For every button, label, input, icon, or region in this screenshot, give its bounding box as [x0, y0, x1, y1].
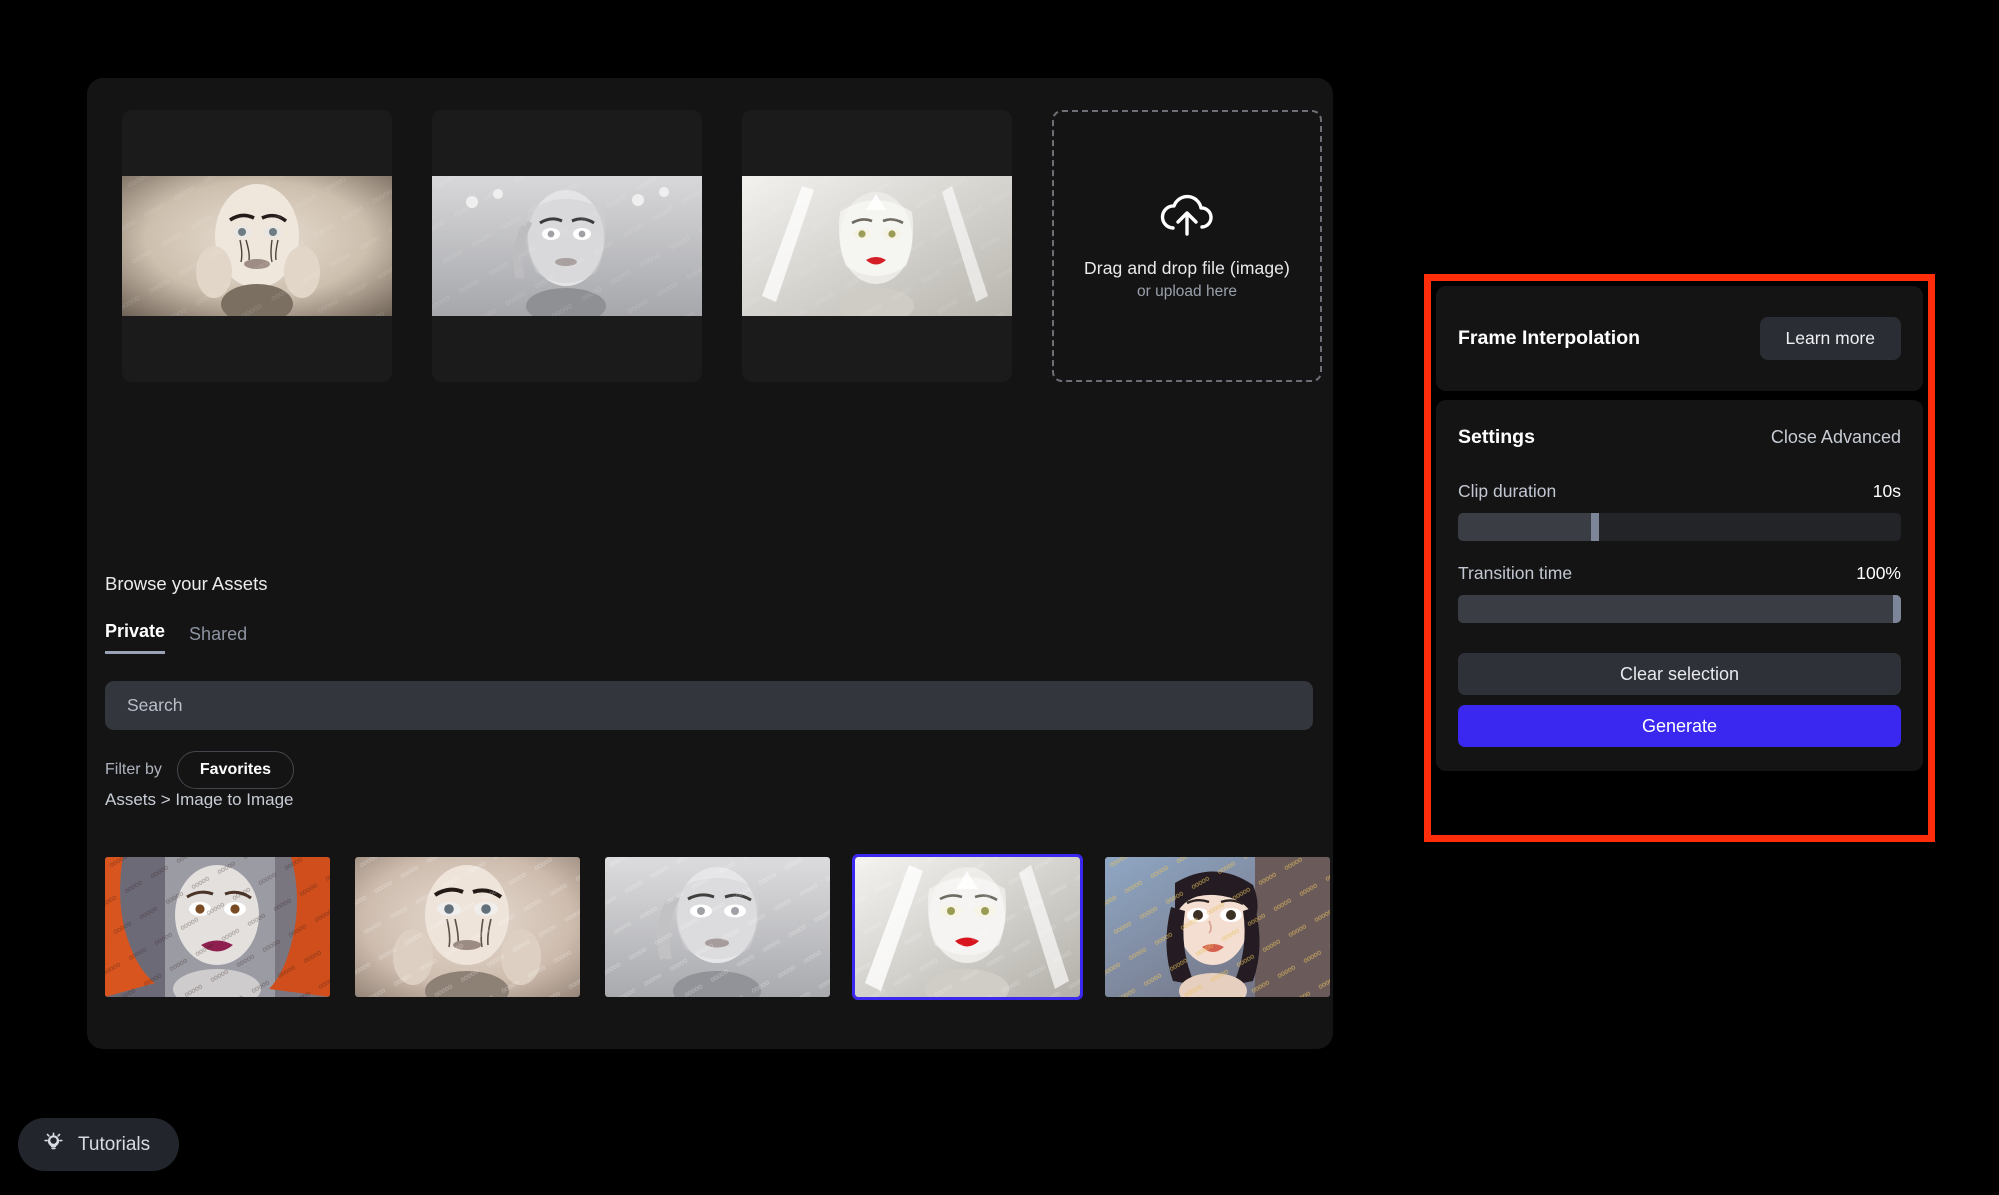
asset-thumbnail-3[interactable]: ooooo — [605, 857, 830, 997]
clip-duration-slider[interactable] — [1458, 513, 1901, 541]
transition-time-fill — [1458, 595, 1901, 623]
breadcrumb[interactable]: Assets > Image to Image — [105, 790, 294, 808]
tutorials-label: Tutorials — [78, 1133, 151, 1155]
frame-interpolation-panel-annotation: Frame Interpolation Learn more Settings … — [1424, 274, 1935, 842]
panel-header: Frame Interpolation Learn more — [1436, 286, 1923, 391]
asset-thumbnail-row: ooooo — [105, 854, 1330, 1000]
tutorials-button[interactable]: Tutorials — [18, 1118, 180, 1171]
transition-time-slider[interactable] — [1458, 595, 1901, 623]
search-input[interactable]: Search — [105, 681, 1313, 730]
frame-slot-3[interactable]: ooooo — [742, 110, 1012, 382]
frame-slot-3-image: ooooo — [742, 176, 1012, 316]
search-placeholder: Search — [127, 695, 183, 715]
panel-title: Frame Interpolation — [1458, 327, 1641, 349]
filter-by-label: Filter by — [105, 761, 162, 778]
tab-shared[interactable]: Shared — [189, 624, 247, 654]
generate-button[interactable]: Generate — [1458, 705, 1901, 747]
assets-tabs: Private Shared — [105, 621, 247, 654]
frame-slot-1[interactable]: ooooo — [122, 110, 392, 382]
asset-thumbnail-2[interactable]: ooooo — [355, 857, 580, 997]
filter-row: Filter by Favorites — [105, 751, 295, 789]
tab-private[interactable]: Private — [105, 621, 166, 654]
asset-thumbnail-1[interactable]: ooooo — [105, 857, 330, 997]
asset-thumbnail-4[interactable]: ooooo — [852, 854, 1083, 1000]
close-advanced-toggle[interactable]: Close Advanced — [1771, 427, 1901, 448]
image-to-image-card: ooooo — [87, 78, 1333, 1049]
lightbulb-icon — [42, 1130, 65, 1159]
dropzone-subtitle: or upload here — [1137, 282, 1237, 300]
browse-assets-heading: Browse your Assets — [105, 573, 268, 594]
frame-slots-row: ooooo — [122, 110, 1322, 382]
clip-duration-label-row: Clip duration 10s — [1458, 481, 1901, 502]
clear-selection-button[interactable]: Clear selection — [1458, 653, 1901, 695]
filter-chip-favorites[interactable]: Favorites — [176, 751, 295, 789]
cloud-upload-icon — [1158, 192, 1216, 240]
dropzone-title: Drag and drop file (image) — [1084, 257, 1290, 278]
frame-slot-2-image: ooooo — [432, 176, 702, 316]
settings-header: Settings Close Advanced — [1458, 426, 1901, 449]
settings-title: Settings — [1458, 426, 1535, 448]
upload-dropzone[interactable]: Drag and drop file (image) or upload her… — [1052, 110, 1322, 382]
asset-thumbnail-5[interactable]: ooooo — [1105, 857, 1330, 997]
clip-duration-value: 10s — [1872, 481, 1901, 501]
transition-time-label-row: Transition time 100% — [1458, 563, 1901, 584]
transition-time-value: 100% — [1856, 563, 1901, 583]
transition-time-knob[interactable] — [1893, 595, 1901, 623]
learn-more-button[interactable]: Learn more — [1759, 317, 1901, 360]
app-screen: ooooo — [0, 0, 1999, 1195]
frame-slot-2[interactable]: ooooo — [432, 110, 702, 382]
clip-duration-fill — [1458, 513, 1596, 541]
transition-time-group: Transition time 100% — [1458, 563, 1901, 623]
panel-settings-body: Settings Close Advanced Clip duration 10… — [1436, 400, 1923, 771]
clip-duration-group: Clip duration 10s — [1458, 481, 1901, 541]
clip-duration-label: Clip duration — [1458, 481, 1557, 501]
transition-time-label: Transition time — [1458, 563, 1573, 583]
clip-duration-knob[interactable] — [1591, 513, 1600, 541]
frame-slot-1-image: ooooo — [122, 176, 392, 316]
